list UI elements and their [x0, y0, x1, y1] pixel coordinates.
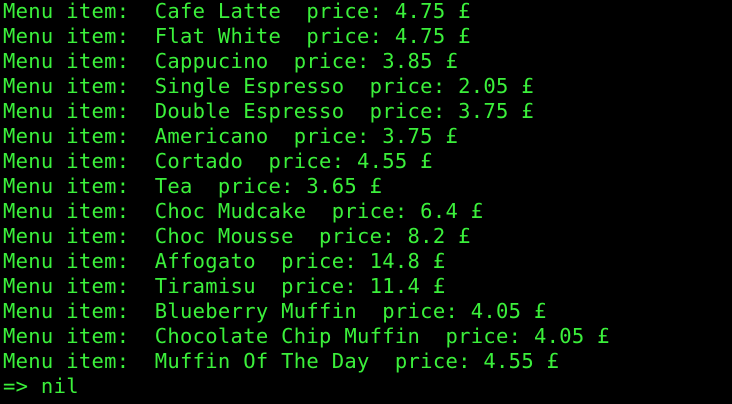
output-line: Menu item: Cafe Latte price: 4.75 £ [3, 0, 471, 23]
output-line: Menu item: Tiramisu price: 11.4 £ [3, 274, 446, 298]
output-line: Menu item: Americano price: 3.75 £ [3, 124, 459, 148]
output-line: Menu item: Tea price: 3.65 £ [3, 174, 383, 198]
output-line: Menu item: Affogato price: 14.8 £ [3, 249, 446, 273]
output-line: Menu item: Muffin Of The Day price: 4.55… [3, 349, 560, 373]
output-line: Menu item: Choc Mousse price: 8.2 £ [3, 224, 471, 248]
output-line: Menu item: Blueberry Muffin price: 4.05 … [3, 299, 547, 323]
return-value-line: => nil [3, 374, 79, 398]
terminal-output: Menu item: Cafe Latte price: 4.75 £ Menu… [3, 0, 732, 399]
output-line: Menu item: Chocolate Chip Muffin price: … [3, 324, 610, 348]
terminal-window[interactable]: Menu item: Cafe Latte price: 4.75 £ Menu… [0, 0, 732, 404]
output-line: Menu item: Double Espresso price: 3.75 £ [3, 99, 534, 123]
output-line: Menu item: Flat White price: 4.75 £ [3, 24, 471, 48]
output-line: Menu item: Choc Mudcake price: 6.4 £ [3, 199, 484, 223]
output-line: Menu item: Single Espresso price: 2.05 £ [3, 74, 534, 98]
output-line: Menu item: Cortado price: 4.55 £ [3, 149, 433, 173]
output-line: Menu item: Cappucino price: 3.85 £ [3, 49, 459, 73]
